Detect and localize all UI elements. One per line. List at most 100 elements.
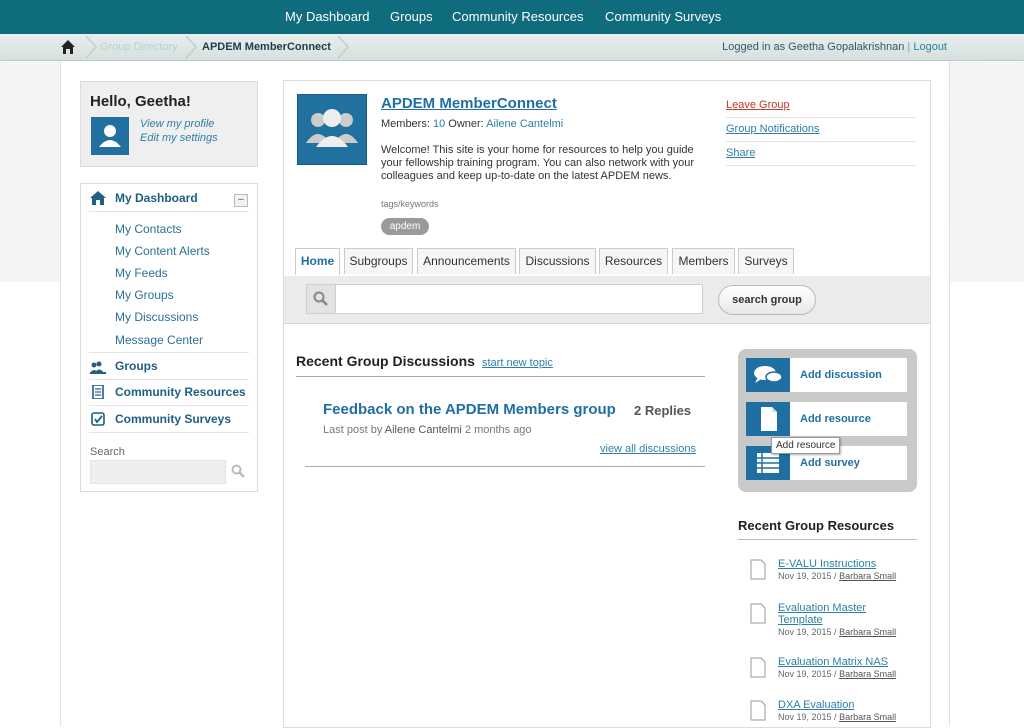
topnav-my-dashboard[interactable]: My Dashboard — [285, 9, 370, 24]
group-description: Welcome! This site is your home for reso… — [381, 144, 695, 182]
members-count-link[interactable]: 10 — [433, 118, 445, 130]
recent-discussions-heading: Recent Group Discussions — [296, 353, 475, 369]
divider — [89, 352, 249, 353]
tab-resources[interactable]: Resources — [599, 248, 668, 274]
top-navigation: My Dashboard Groups Community Resources … — [0, 0, 1024, 34]
divider — [89, 211, 249, 212]
login-separator: | — [907, 41, 911, 53]
home-icon[interactable] — [60, 39, 76, 55]
divider — [726, 117, 916, 118]
logout-link[interactable]: Logout — [913, 41, 947, 53]
resource-author-link[interactable]: Barbara Small — [839, 712, 896, 722]
add-survey-label: Add survey — [800, 457, 860, 469]
login-status: Logged in as Geetha Gopalakrishnan | Log… — [722, 41, 947, 53]
group-title[interactable]: APDEM MemberConnect — [381, 95, 557, 112]
add-discussion-button[interactable]: Add discussion — [746, 358, 907, 392]
resource-meta: Nov 19, 2015 / Barbara Small — [778, 627, 896, 637]
sidebar-item-community-resources[interactable]: Community Resources — [115, 385, 246, 399]
tab-announcements[interactable]: Announcements — [417, 248, 516, 274]
sidebar-item-my-dashboard[interactable]: My Dashboard — [115, 191, 198, 205]
last-post-author-link[interactable]: Ailene Cantelmi — [385, 424, 462, 436]
topnav-groups[interactable]: Groups — [390, 9, 433, 24]
tag-badge[interactable]: apdem — [381, 218, 429, 235]
owner-label: Owner: — [448, 118, 484, 130]
group-panel: APDEM MemberConnect Members: 10 Owner: A… — [283, 80, 931, 728]
tab-members[interactable]: Members — [672, 248, 735, 274]
discussion-title-link[interactable]: Feedback on the APDEM Members group — [323, 401, 616, 418]
discussion-last-post: Last post by Ailene Cantelmi 2 months ag… — [323, 424, 532, 436]
discussion-replies: 2 Replies — [634, 403, 692, 418]
resource-meta: Nov 19, 2015 / Barbara Small — [778, 571, 896, 581]
sidebar-item-groups[interactable]: Groups — [115, 359, 158, 373]
sidebar-search-input[interactable] — [90, 460, 226, 484]
search-group-button[interactable]: search group — [718, 285, 816, 315]
sidebar-item-my-content-alerts[interactable]: My Content Alerts — [115, 244, 210, 258]
user-icon — [99, 125, 121, 147]
divider — [89, 405, 249, 406]
resource-title-link[interactable]: Evaluation Master Template — [778, 602, 878, 626]
search-icon[interactable] — [231, 464, 245, 478]
breadcrumb-current: APDEM MemberConnect — [202, 41, 331, 53]
sidebar-item-my-feeds[interactable]: My Feeds — [115, 266, 168, 280]
resource-date: Nov 19, 2015 / — [778, 669, 837, 679]
topnav-community-surveys[interactable]: Community Surveys — [605, 9, 721, 24]
add-discussion-label: Add discussion — [800, 369, 882, 381]
topnav-community-resources[interactable]: Community Resources — [452, 9, 584, 24]
resource-author-link[interactable]: Barbara Small — [839, 669, 896, 679]
chevron-right-icon — [85, 35, 98, 59]
divider — [89, 379, 249, 380]
edit-settings-link[interactable]: Edit my settings — [140, 132, 218, 144]
tab-discussions[interactable]: Discussions — [519, 248, 596, 274]
resource-date: Nov 19, 2015 / — [778, 712, 837, 722]
logged-in-text: Logged in as Geetha Gopalakrishnan — [722, 41, 905, 53]
last-post-prefix: Last post by — [323, 424, 383, 436]
add-resource-label: Add resource — [800, 413, 871, 425]
start-new-topic-link[interactable]: start new topic — [482, 357, 553, 369]
leave-group-link[interactable]: Leave Group — [726, 99, 790, 111]
survey-icon — [91, 412, 105, 426]
resource-meta: Nov 19, 2015 / Barbara Small — [778, 669, 896, 679]
resource-title-link[interactable]: Evaluation Matrix NAS — [778, 656, 898, 668]
collapse-button[interactable]: – — [234, 194, 248, 207]
share-link[interactable]: Share — [726, 147, 755, 159]
search-icon-button[interactable] — [306, 284, 336, 314]
resource-date: Nov 19, 2015 / — [778, 627, 837, 637]
user-avatar[interactable] — [91, 117, 129, 155]
sidebar-item-my-groups[interactable]: My Groups — [115, 288, 174, 302]
group-notifications-link[interactable]: Group Notifications — [726, 123, 820, 135]
tab-surveys[interactable]: Surveys — [738, 248, 794, 274]
home-icon — [90, 191, 106, 205]
resource-meta: Nov 19, 2015 / Barbara Small — [778, 712, 896, 722]
tab-home[interactable]: Home — [295, 248, 340, 275]
sidebar-item-message-center[interactable]: Message Center — [115, 333, 203, 347]
view-profile-link[interactable]: View my profile — [140, 118, 214, 130]
resource-date: Nov 19, 2015 / — [778, 571, 837, 581]
sidebar-item-my-contacts[interactable]: My Contacts — [115, 222, 182, 236]
group-meta: Members: 10 Owner: Ailene Cantelmi — [381, 118, 563, 130]
file-icon — [750, 657, 766, 678]
resource-title-link[interactable]: E-VALU Instructions — [778, 558, 898, 570]
divider — [726, 141, 916, 142]
add-resource-button[interactable]: Add resource — [746, 402, 907, 436]
greeting: Hello, Geetha! — [90, 93, 191, 110]
resource-author-link[interactable]: Barbara Small — [839, 627, 896, 637]
tab-subgroups[interactable]: Subgroups — [344, 248, 413, 274]
divider — [296, 376, 705, 377]
group-icon — [90, 361, 106, 374]
divider — [726, 165, 916, 166]
view-all-discussions-link[interactable]: view all discussions — [600, 443, 696, 455]
sidebar-item-community-surveys[interactable]: Community Surveys — [115, 412, 231, 426]
members-label: Members: — [381, 118, 430, 130]
last-post-time: 2 months ago — [464, 424, 532, 436]
search-icon — [313, 291, 328, 306]
group-search-input[interactable] — [335, 284, 703, 314]
add-content-box: Add discussion Add resource Add survey — [738, 349, 917, 492]
sidebar-item-my-discussions[interactable]: My Discussions — [115, 310, 198, 324]
tooltip: Add resource — [771, 437, 841, 454]
group-search-bar: search group — [284, 276, 930, 324]
divider — [305, 466, 705, 467]
resource-author-link[interactable]: Barbara Small — [839, 571, 896, 581]
resource-title-link[interactable]: DXA Evaluation — [778, 699, 898, 711]
owner-link[interactable]: Ailene Cantelmi — [486, 118, 563, 130]
breadcrumb-group-directory[interactable]: Group Directory — [100, 41, 178, 53]
